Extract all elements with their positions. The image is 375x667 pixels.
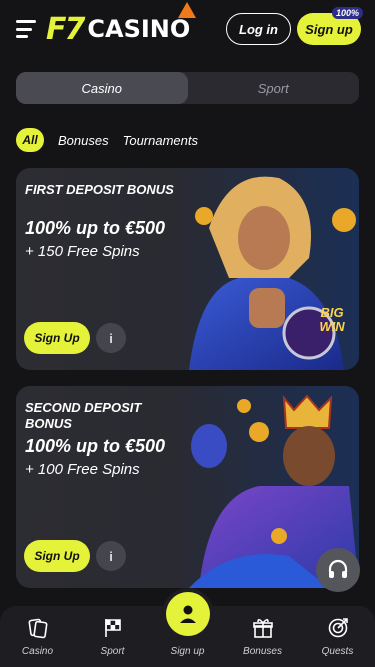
nav-label: Bonuses [243, 646, 282, 657]
login-button[interactable]: Log in [226, 13, 291, 45]
promo-card[interactable]: First Deposit Bonus 100% up to €500 + 15… [16, 168, 359, 370]
nav-quests[interactable]: Quests [300, 606, 375, 667]
promo-spins: + 100 Free Spins [25, 461, 140, 478]
logo-word: CASINO [87, 15, 191, 43]
nav-label: Quests [321, 646, 354, 657]
logo[interactable]: F7 CASINO [46, 1, 197, 47]
promo-spins: + 150 Free Spins [25, 243, 140, 260]
bonus-badge: 100% [331, 7, 363, 19]
bottom-nav: Casino Sport Sign up Bonuses Quests [0, 592, 375, 667]
cards-icon [28, 618, 47, 639]
promo-card[interactable]: Second Deposit Bonus 100% up to €500 + 1… [16, 386, 359, 588]
big-win-badge: BIG WIN [319, 305, 345, 334]
flag-icon [104, 619, 121, 637]
logo-mark: F7 [46, 11, 85, 47]
nav-label: Sport [100, 646, 125, 657]
top-header: F7 CASINO Log in Sign up 100% [0, 0, 375, 58]
filter-tournaments[interactable]: Tournaments [123, 133, 198, 148]
info-icon[interactable]: i [96, 323, 126, 353]
nav-signup[interactable]: Sign up [150, 592, 225, 667]
promo-signup-button[interactable]: Sign Up [24, 322, 90, 354]
user-icon [179, 605, 196, 623]
casino-sport-switch: Casino Sport [16, 72, 359, 104]
tab-sport[interactable]: Sport [188, 72, 360, 104]
signup-label: Sign up [305, 21, 353, 37]
nav-casino[interactable]: Casino [0, 606, 75, 667]
witch-hat-icon [178, 1, 197, 18]
nav-bonuses[interactable]: Bonuses [225, 606, 300, 667]
menu-icon[interactable] [16, 20, 38, 38]
nav-label: Casino [21, 646, 54, 657]
promo-illustration-woman [189, 176, 356, 370]
promo-title: First Deposit Bonus [25, 182, 174, 197]
signup-button[interactable]: Sign up 100% [297, 7, 363, 45]
nav-sport[interactable]: Sport [75, 606, 150, 667]
info-icon[interactable]: i [96, 541, 126, 571]
tab-casino[interactable]: Casino [16, 72, 188, 104]
support-headset-button[interactable] [316, 548, 360, 592]
nav-label: Sign up [170, 646, 205, 657]
filter-bonuses[interactable]: Bonuses [58, 133, 109, 148]
gift-icon [252, 618, 273, 638]
promo-amount: 100% up to €500 [25, 436, 166, 456]
headset-icon [328, 559, 348, 578]
filter-all[interactable]: All [16, 128, 44, 152]
target-icon [328, 618, 348, 638]
promo-filters: All Bonuses Tournaments [16, 128, 198, 152]
promo-title: Second Deposit Bonus [25, 400, 142, 431]
signup-fab[interactable] [165, 592, 210, 636]
promo-signup-button[interactable]: Sign Up [24, 540, 90, 572]
promo-amount: 100% up to €500 [25, 218, 166, 238]
